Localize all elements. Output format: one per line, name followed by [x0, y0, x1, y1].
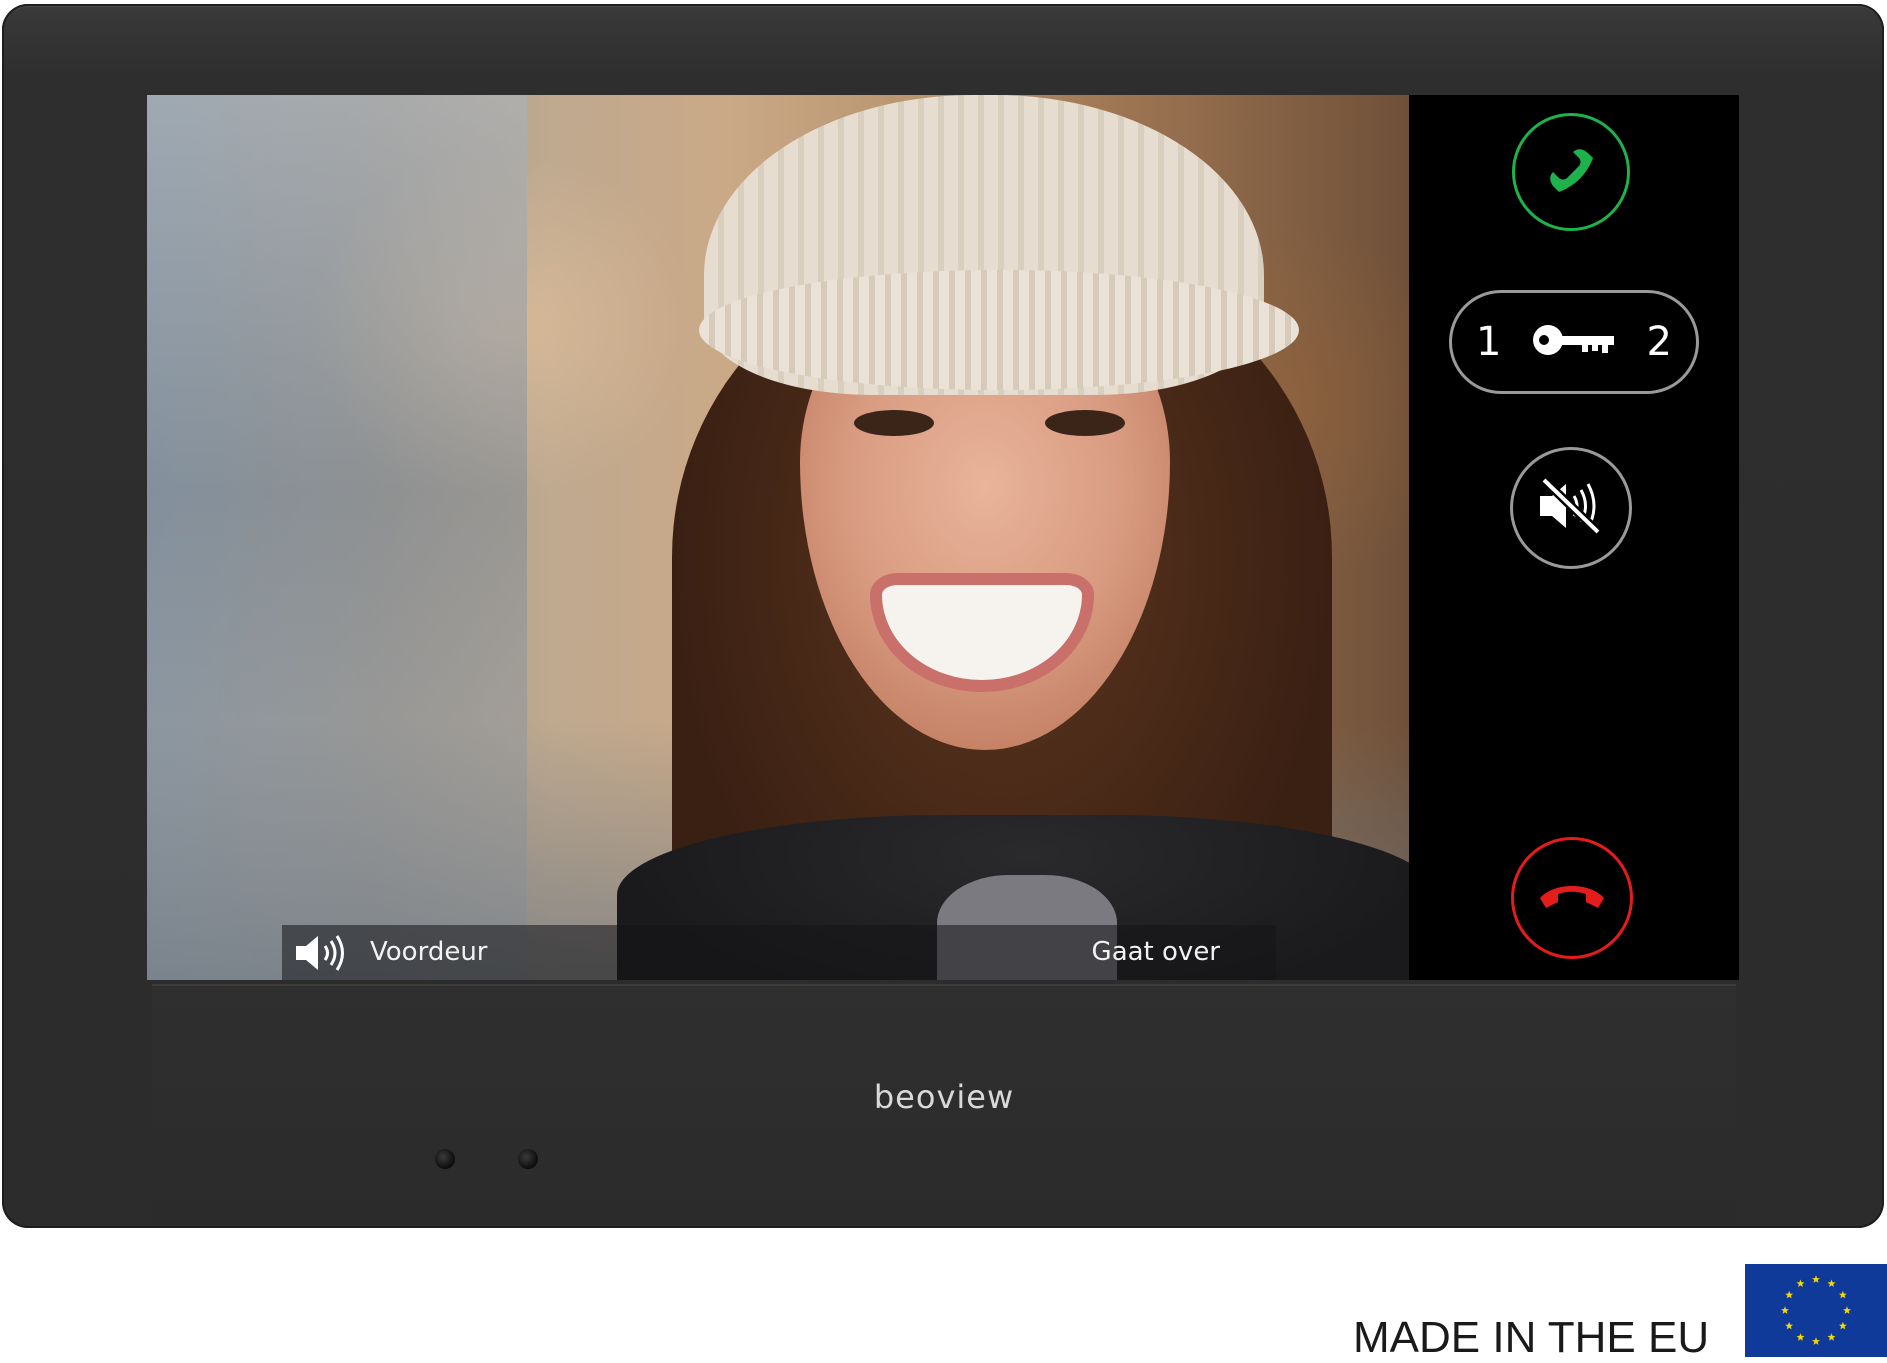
- touch-screen: Voordeur Gaat over 1 2: [147, 95, 1739, 980]
- call-state-label: Gaat over: [1091, 937, 1220, 967]
- brand-logo: beoview: [873, 1078, 1015, 1116]
- key-icon: [1530, 318, 1618, 366]
- call-status-bar: Voordeur Gaat over: [282, 925, 1276, 980]
- door-release-2-label[interactable]: 2: [1647, 319, 1672, 365]
- eu-star: [1785, 1290, 1794, 1299]
- proximity-sensor: [435, 1149, 455, 1169]
- hang-up-button[interactable]: [1511, 837, 1633, 959]
- eu-star: [1796, 1333, 1805, 1341]
- eu-star: [1827, 1333, 1836, 1341]
- eu-star: [1785, 1321, 1794, 1330]
- eu-star: [1827, 1279, 1836, 1288]
- eu-star: [1812, 1275, 1820, 1283]
- phone-answer-icon: [1539, 138, 1603, 206]
- answer-call-button[interactable]: [1512, 113, 1630, 231]
- door-station-label: Voordeur: [370, 937, 488, 967]
- intercom-monitor: Voordeur Gaat over 1 2 beoview: [2, 4, 1884, 1228]
- camera-feed: Voordeur Gaat over: [147, 95, 1409, 980]
- speaker-muted-icon: [1536, 476, 1606, 540]
- made-in-eu-label: MADE IN THE EU: [1353, 1313, 1710, 1362]
- door-release-button[interactable]: 1 2: [1449, 290, 1699, 394]
- eu-star: [1843, 1306, 1851, 1314]
- eu-star: [1838, 1321, 1847, 1330]
- eu-star: [1796, 1279, 1805, 1288]
- phone-hangup-icon: [1536, 876, 1608, 920]
- eu-star: [1781, 1306, 1789, 1314]
- visitor-hat-brim: [699, 270, 1299, 390]
- visitor-eye-right: [1045, 410, 1125, 436]
- speaker-icon[interactable]: [294, 933, 352, 973]
- eu-flag-icon: [1745, 1264, 1887, 1357]
- mute-button[interactable]: [1510, 447, 1632, 569]
- eu-star: [1812, 1337, 1820, 1345]
- door-release-1-label[interactable]: 1: [1476, 319, 1501, 365]
- eu-star: [1838, 1290, 1847, 1299]
- visitor-eye-left: [854, 410, 934, 436]
- device-bezel-bottom: beoview: [152, 984, 1736, 1226]
- microphone-hole: [518, 1149, 538, 1169]
- call-controls-panel: 1 2: [1409, 95, 1739, 980]
